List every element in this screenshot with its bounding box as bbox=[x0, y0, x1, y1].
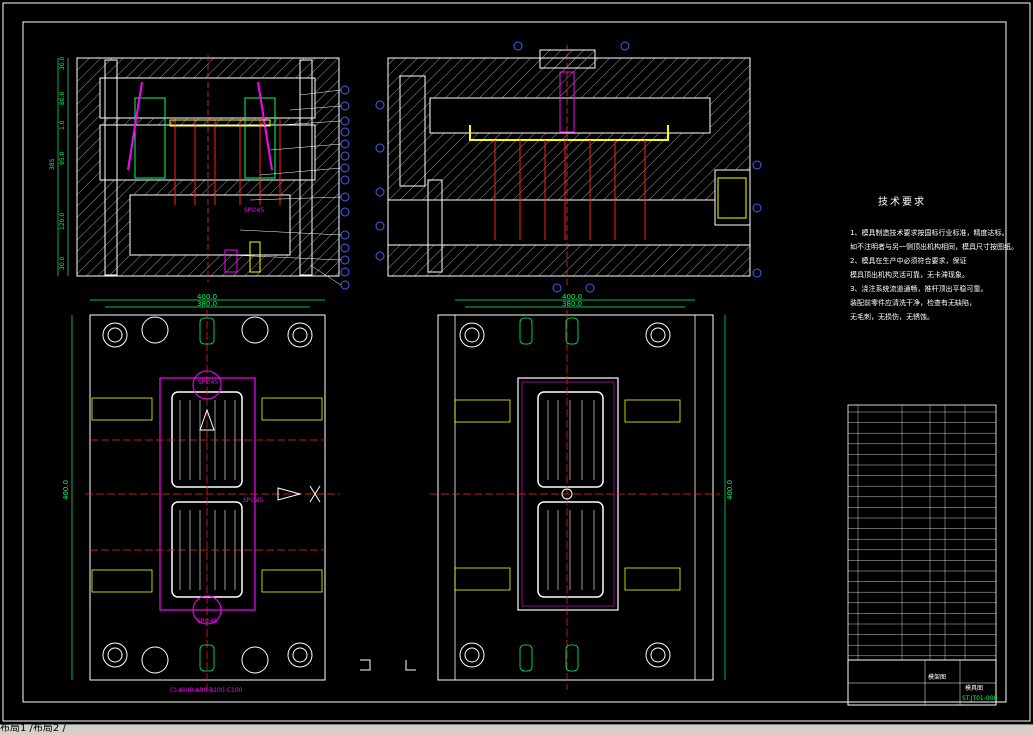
dim-h3: 1.0 bbox=[59, 120, 66, 130]
dim-section-total: 385 bbox=[49, 158, 56, 170]
bottom-code: CI-4040-A90-B100-C100 bbox=[170, 687, 243, 694]
dim-h1: 30.0 bbox=[59, 56, 66, 70]
dim-top-right-inner: 380.0 bbox=[562, 300, 582, 308]
callout-sp3: SP∅45 bbox=[243, 497, 263, 504]
section-view-left: 385 30.0 80.0 1.0 95.0 120.0 30.0 SP∅45 bbox=[49, 55, 350, 290]
dim-h5: 120.0 bbox=[59, 213, 66, 230]
plan-view-right: 400.0 380.0 400.0 bbox=[430, 293, 734, 690]
dim-h6: 30.0 bbox=[59, 256, 66, 270]
note-line-2: 如不注明者与另一侧顶出机构相同，模具尺寸按图纸。 bbox=[850, 243, 1018, 251]
dim-h4: 95.0 bbox=[59, 151, 66, 165]
bom-table: 模架图 模具图 ST.JT01-000 bbox=[847, 404, 998, 706]
dim-top-left-inner: 380.0 bbox=[197, 300, 217, 308]
plan-view-left: 400.0 380.0 400.0 SP∅45 SP∅45 SP∅45 CI-4… bbox=[62, 293, 416, 694]
layout-tab-bar: 布局1 /布局2 / bbox=[0, 723, 1033, 735]
tab-layouts[interactable]: 布局1 /布局2 / bbox=[0, 723, 66, 735]
titleblock-label: 模具图 bbox=[965, 684, 983, 692]
callout-sp2: SP∅45 bbox=[198, 379, 218, 386]
cad-drawing: 385 30.0 80.0 1.0 95.0 120.0 30.0 SP∅45 bbox=[2, 2, 1031, 722]
callout-sp1: SP∅45 bbox=[244, 207, 264, 214]
titleblock-code: ST.JT01-000 bbox=[962, 695, 998, 702]
callout-sp4: SP∅45 bbox=[197, 618, 217, 625]
titleblock-name: 模架图 bbox=[928, 673, 946, 681]
cad-drawing-canvas[interactable]: 385 30.0 80.0 1.0 95.0 120.0 30.0 SP∅45 bbox=[0, 0, 1033, 724]
note-line-3: 2、模具在生产中必须符合要求，保证 bbox=[850, 257, 967, 265]
note-line-6: 装配前零件应清洗干净，检查有无缺陷， bbox=[850, 299, 976, 307]
dim-h2: 80.0 bbox=[59, 91, 66, 105]
section-view-right bbox=[375, 41, 762, 293]
tech-requirements-title: 技术要求 bbox=[878, 197, 926, 208]
note-line-7: 无毛刺，无损伤，无锈蚀。 bbox=[850, 313, 934, 321]
dim-right-height: 400.0 bbox=[726, 480, 734, 500]
note-line-4: 模具顶出机构灵活可靠，无卡滞现象。 bbox=[850, 271, 969, 279]
note-line-1: 1、模具制造技术要求按国标行业标准，精度达标。 bbox=[850, 229, 1009, 237]
dim-left-height: 400.0 bbox=[62, 480, 70, 500]
note-line-5: 3、浇注系统流道通畅，推杆顶出平稳可靠。 bbox=[850, 285, 988, 293]
